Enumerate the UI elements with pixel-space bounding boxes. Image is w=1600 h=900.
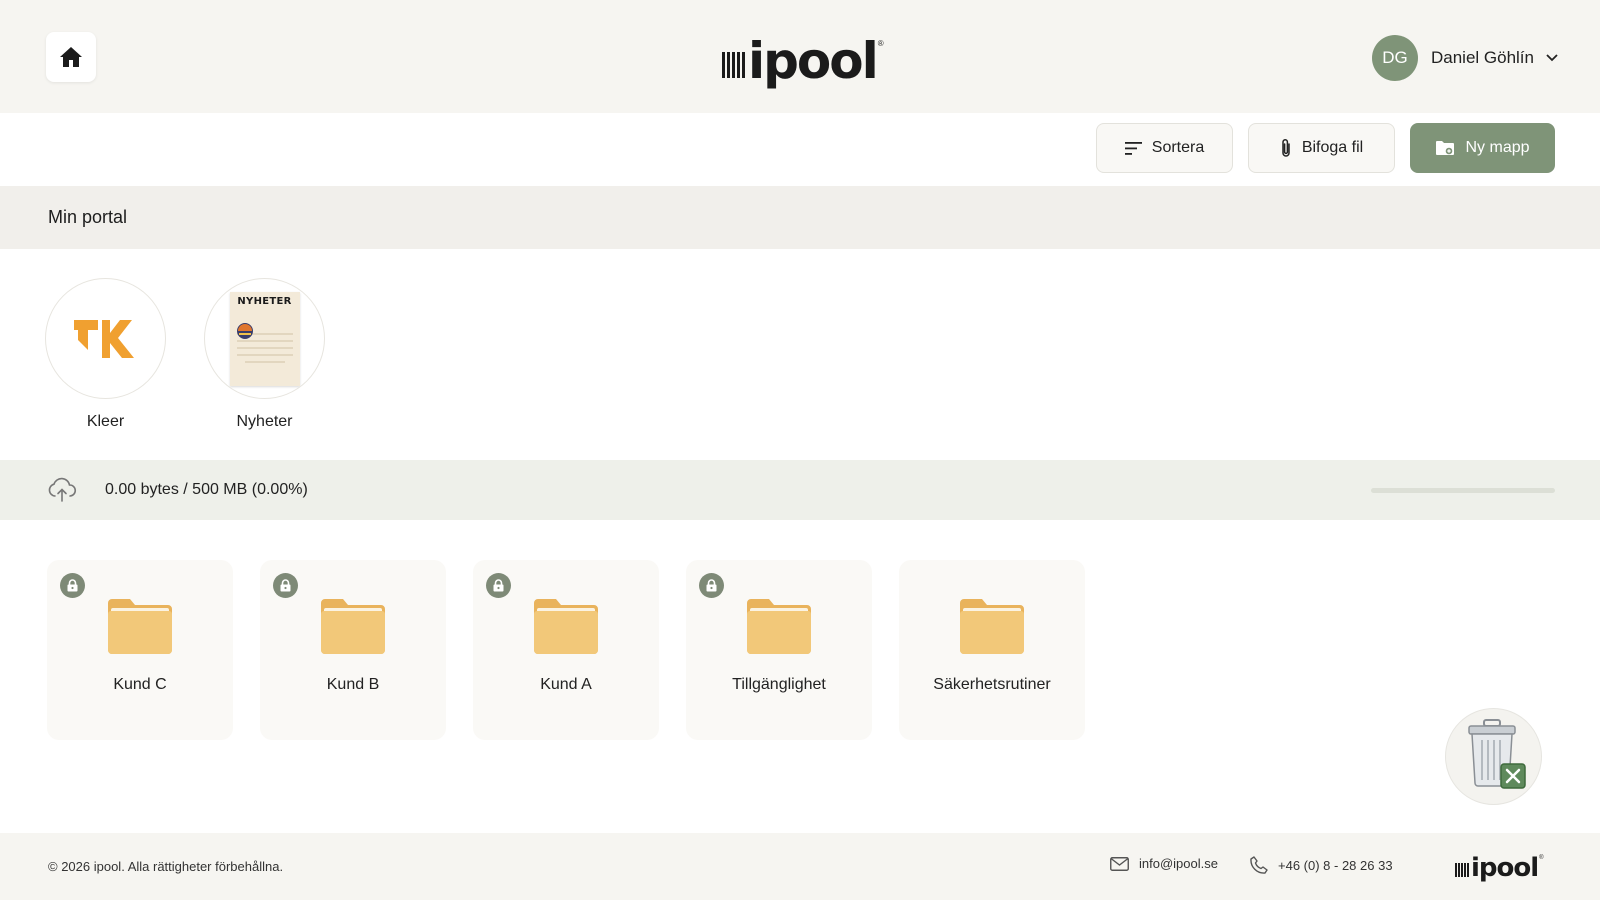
folder-grid: Kund C Kund B Kund A Tillgänglighet Säke… [47,560,1085,740]
user-menu[interactable]: DG Daniel Göhlín [1371,35,1558,81]
portal-apps: Kleer NYHETER Nyheter [45,278,325,431]
storage-usage-bar: 0.00 bytes / 500 MB (0.00%) [0,460,1600,520]
app-logo: ipool ® [722,34,884,86]
lock-badge [486,573,511,598]
footer-logo: ipool ® [1455,851,1544,881]
folder-card[interactable]: Kund A [473,560,659,740]
lock-icon [67,579,78,592]
folder-card[interactable]: Kund B [260,560,446,740]
sort-button-label: Sortera [1151,139,1205,156]
newspaper-title: NYHETER [237,295,292,307]
new-folder-button[interactable]: Ny mapp [1410,123,1555,173]
home-button[interactable] [46,32,96,82]
logo-bars-icon [722,52,745,78]
portal-app-nyheter[interactable]: NYHETER Nyheter [204,278,325,431]
folder-icon [747,599,811,654]
folder-label: Kund B [326,676,380,693]
folder-icon [108,599,172,654]
kleer-logo-icon [73,319,134,358]
email-text: info@ipool.se [1139,856,1218,871]
storage-usage-text: 0.00 bytes / 500 MB (0.00%) [105,481,308,498]
badge-icon [236,322,253,339]
trash-button[interactable] [1445,708,1542,805]
home-icon [60,47,82,67]
app-icon-circle [45,278,166,399]
attach-file-label: Bifoga fil [1301,139,1364,156]
folder-icon [321,599,385,654]
email-link[interactable]: info@ipool.se [1110,856,1218,871]
user-name: Daniel Göhlín [1430,48,1534,67]
logo-bars-icon [1455,863,1469,877]
sort-icon [1124,141,1142,155]
avatar: DG [1371,35,1418,81]
lock-icon [706,579,717,592]
phone-icon [1250,856,1268,874]
lock-badge [699,573,724,598]
new-folder-label: Ny mapp [1465,139,1530,156]
sort-button[interactable]: Sortera [1096,123,1233,173]
lock-icon [493,579,504,592]
app-footer: © 2026 ipool. Alla rättigheter förbehåll… [0,833,1600,900]
page-title: Min portal [48,207,128,227]
folder-card[interactable]: Kund C [47,560,233,740]
cloud-upload-icon [48,477,77,502]
logo-text: ipool [748,32,879,90]
lock-icon [280,579,291,592]
storage-progress-bar [1371,488,1555,493]
chevron-down-icon [1546,54,1558,62]
section-header: Min portal [0,186,1600,249]
phone-text: +46 (0) 8 - 28 26 33 [1278,857,1393,873]
folder-icon [534,599,598,654]
registered-mark: ® [1539,855,1544,861]
app-icon-circle: NYHETER [204,278,325,399]
portal-app-kleer[interactable]: Kleer [45,278,166,431]
folder-icon [960,599,1024,654]
attach-file-button[interactable]: Bifoga fil [1248,123,1395,173]
app-label: Nyheter [236,413,293,430]
app-header: ipool ® DG Daniel Göhlín [0,0,1600,113]
folder-card[interactable]: Tillgänglighet [686,560,872,740]
folder-card[interactable]: Säkerhetsrutiner [899,560,1085,740]
registered-mark: ® [877,39,884,48]
lock-badge [273,573,298,598]
trash-icon [1467,718,1526,789]
folder-label: Kund C [113,676,167,693]
copyright-text: © 2026 ipool. Alla rättigheter förbehåll… [48,859,284,874]
footer-logo-text: ipool [1471,853,1539,883]
newspaper-icon: NYHETER [229,291,300,386]
folder-label: Kund A [540,676,592,693]
folder-label: Tillgänglighet [732,676,826,693]
folder-plus-icon [1436,141,1455,155]
phone-link[interactable]: +46 (0) 8 - 28 26 33 [1250,856,1393,874]
paperclip-icon [1282,139,1290,157]
mail-icon [1110,856,1129,871]
lock-badge [60,573,85,598]
app-label: Kleer [86,413,125,430]
folder-label: Säkerhetsrutiner [933,676,1051,693]
toolbar: Sortera Bifoga fil Ny mapp [0,113,1600,186]
